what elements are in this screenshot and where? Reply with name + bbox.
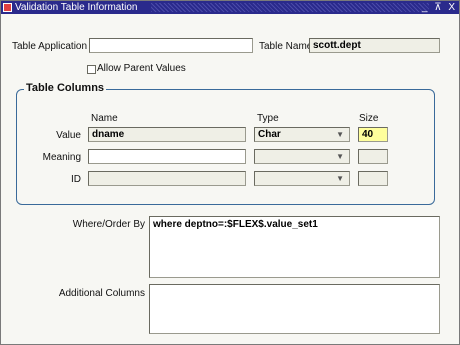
id-name-input[interactable] bbox=[88, 171, 246, 186]
window-controls[interactable]: _ ⊼ X bbox=[422, 1, 457, 14]
table-application-label: Table Application bbox=[12, 41, 88, 52]
meaning-type-select[interactable]: ▼ bbox=[254, 149, 350, 164]
id-size-input[interactable] bbox=[358, 171, 388, 186]
table-application-input[interactable] bbox=[89, 38, 253, 53]
window-icon bbox=[3, 3, 12, 12]
table-columns-title: Table Columns bbox=[24, 82, 107, 94]
chevron-down-icon: ▼ bbox=[336, 152, 344, 161]
column-header-name: Name bbox=[91, 113, 118, 124]
row-label-meaning: Meaning bbox=[42, 152, 81, 163]
where-order-by-textarea[interactable]: where deptno=:$FLEX$.value_set1 bbox=[149, 216, 440, 278]
chevron-down-icon: ▼ bbox=[336, 130, 344, 139]
additional-columns-label: Additional Columns bbox=[58, 288, 145, 299]
table-name-input[interactable]: scott.dept bbox=[309, 38, 440, 53]
table-name-label: Table Name bbox=[259, 41, 313, 52]
allow-parent-values-checkbox[interactable] bbox=[87, 65, 96, 74]
value-size-input[interactable]: 40 bbox=[358, 127, 388, 142]
table-columns-group bbox=[16, 89, 435, 205]
value-type-text: Char bbox=[258, 129, 281, 140]
id-type-select[interactable]: ▼ bbox=[254, 171, 350, 186]
chevron-down-icon: ▼ bbox=[336, 174, 344, 183]
window-title: Validation Table Information bbox=[15, 2, 138, 13]
column-header-size: Size bbox=[359, 113, 379, 124]
value-name-input[interactable]: dname bbox=[88, 127, 246, 142]
title-bar-pattern bbox=[151, 3, 429, 12]
dialog-window: Validation Table Information _ ⊼ X Table… bbox=[0, 0, 460, 345]
row-label-value: Value bbox=[56, 130, 81, 141]
title-bar: Validation Table Information _ ⊼ X bbox=[1, 1, 459, 14]
additional-columns-textarea[interactable] bbox=[149, 284, 440, 334]
where-order-by-label: Where/Order By bbox=[72, 219, 145, 230]
meaning-name-input[interactable] bbox=[88, 149, 246, 164]
row-label-id: ID bbox=[71, 174, 81, 185]
value-type-select[interactable]: Char ▼ bbox=[254, 127, 350, 142]
column-header-type: Type bbox=[257, 113, 279, 124]
allow-parent-values-label: Allow Parent Values bbox=[97, 63, 186, 74]
meaning-size-input[interactable] bbox=[358, 149, 388, 164]
